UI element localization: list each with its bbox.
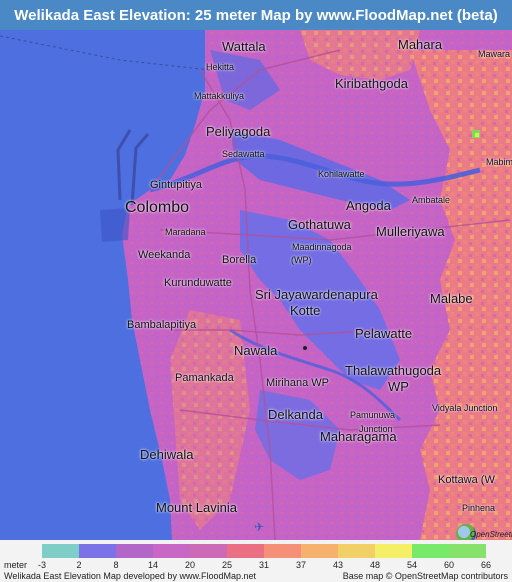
legend-tick-label: 54 [406, 560, 418, 570]
place-label-gintupitiya[interactable]: Gintupitiya [150, 180, 202, 191]
legend-swatch [42, 544, 79, 558]
credit-left: Welikada East Elevation Map developed by… [4, 571, 256, 581]
legend-tick-label: 43 [332, 560, 344, 570]
place-label-mahara[interactable]: Mahara [398, 38, 442, 51]
legend-tick-label: 2 [76, 560, 82, 570]
legend-swatch [338, 544, 375, 558]
place-label-colombo[interactable]: Colombo [125, 200, 189, 216]
legend-color-scale [42, 544, 486, 558]
airport-icon: ✈ [254, 520, 265, 534]
place-label-mabim[interactable]: Mabim [486, 158, 512, 167]
place-label-ambatale[interactable]: Ambatale [412, 196, 450, 205]
place-label-bambalapitiya[interactable]: Bambalapitiya [127, 320, 196, 331]
legend-tick-label: 60 [443, 560, 455, 570]
legend-swatch [301, 544, 338, 558]
legend-swatch [264, 544, 301, 558]
legend-tick-label: 8 [113, 560, 119, 570]
place-label-peliyagoda[interactable]: Peliyagoda [206, 125, 270, 138]
place-label-borella[interactable]: Borella [222, 255, 256, 266]
place-label-kottawa[interactable]: Kottawa (W [438, 475, 495, 486]
map-title: Welikada East Elevation: 25 meter Map by… [0, 0, 512, 30]
place-label-kurunduwatte[interactable]: Kurunduwatte [164, 278, 232, 289]
legend-tick-label: -3 [37, 560, 47, 570]
legend-swatch [79, 544, 116, 558]
legend-swatch [375, 544, 412, 558]
legend-swatch [227, 544, 264, 558]
legend-tick-label: 20 [184, 560, 196, 570]
place-label-pelawatte[interactable]: Pelawatte [355, 327, 412, 340]
legend-tick-label: 25 [221, 560, 233, 570]
place-label-mount-lavinia[interactable]: Mount Lavinia [156, 501, 237, 514]
place-label-maadinnagoda[interactable]: Maadinnagoda [292, 243, 352, 252]
legend-tick-label: 14 [147, 560, 159, 570]
place-label-thalawathugoda-wp[interactable]: WP [388, 380, 409, 393]
place-label-mattakkuliya[interactable]: Mattakkuliya [194, 92, 244, 101]
openstreetmap-logo-text: OpenStreetMap [470, 530, 512, 539]
elevation-map[interactable]: Wattala Mahara Mawara Hekitta Kiribathgo… [0, 30, 512, 540]
place-label-wattala[interactable]: Wattala [222, 40, 266, 53]
place-label-pinhena[interactable]: Pinhena [462, 504, 495, 513]
place-label-maharagama[interactable]: Maharagama [320, 430, 397, 443]
place-label-weekanda[interactable]: Weekanda [138, 250, 190, 261]
place-label-dehiwala[interactable]: Dehiwala [140, 448, 193, 461]
elevation-legend: meter -3 2 8 14 20 25 31 37 43 48 54 60 66 Welikada … [0, 540, 512, 582]
place-label-wp-maadinnagoda[interactable]: (WP) [291, 256, 312, 265]
credit-right: Base map © OpenStreetMap contributors [342, 571, 508, 581]
place-label-maradana[interactable]: Maradana [165, 228, 206, 237]
legend-swatch [153, 544, 190, 558]
place-label-vidyala-junction[interactable]: Vidyala Junction [432, 404, 497, 413]
place-label-kotte[interactable]: Kotte [290, 304, 320, 317]
legend-tick-label: 31 [258, 560, 270, 570]
legend-tick-label: 66 [480, 560, 492, 570]
legend-tick-label: 37 [295, 560, 307, 570]
legend-unit-label: meter [4, 560, 28, 570]
place-label-mulleriyawa[interactable]: Mulleriyawa [376, 225, 445, 238]
legend-swatch [190, 544, 227, 558]
place-label-mirihana-wp[interactable]: Mirihana WP [266, 378, 329, 389]
place-label-hekitta[interactable]: Hekitta [206, 63, 234, 72]
legend-tick-label: 48 [369, 560, 381, 570]
place-label-thalawathugoda[interactable]: Thalawathugoda [345, 364, 441, 377]
map-canvas[interactable] [0, 30, 512, 540]
place-label-gothatuwa[interactable]: Gothatuwa [288, 218, 351, 231]
place-label-nawala[interactable]: Nawala [234, 344, 277, 357]
legend-swatch [116, 544, 153, 558]
place-label-pamankada[interactable]: Pamankada [175, 373, 234, 384]
place-label-delkanda[interactable]: Delkanda [268, 408, 323, 421]
place-label-angoda[interactable]: Angoda [346, 199, 391, 212]
place-label-kohilawatte[interactable]: Kohilawatte [318, 170, 365, 179]
place-label-malabe[interactable]: Malabe [430, 292, 473, 305]
legend-swatch [449, 544, 486, 558]
legend-swatch [412, 544, 449, 558]
place-label-mawara[interactable]: Mawara [478, 50, 510, 59]
place-label-kiribathgoda[interactable]: Kiribathgoda [335, 77, 408, 90]
place-label-sedawatta[interactable]: Sedawatta [222, 150, 265, 159]
place-label-pamunuwa[interactable]: Pamunuwa [350, 411, 395, 420]
place-label-sri-jayawardenapura[interactable]: Sri Jayawardenapura [255, 288, 378, 301]
